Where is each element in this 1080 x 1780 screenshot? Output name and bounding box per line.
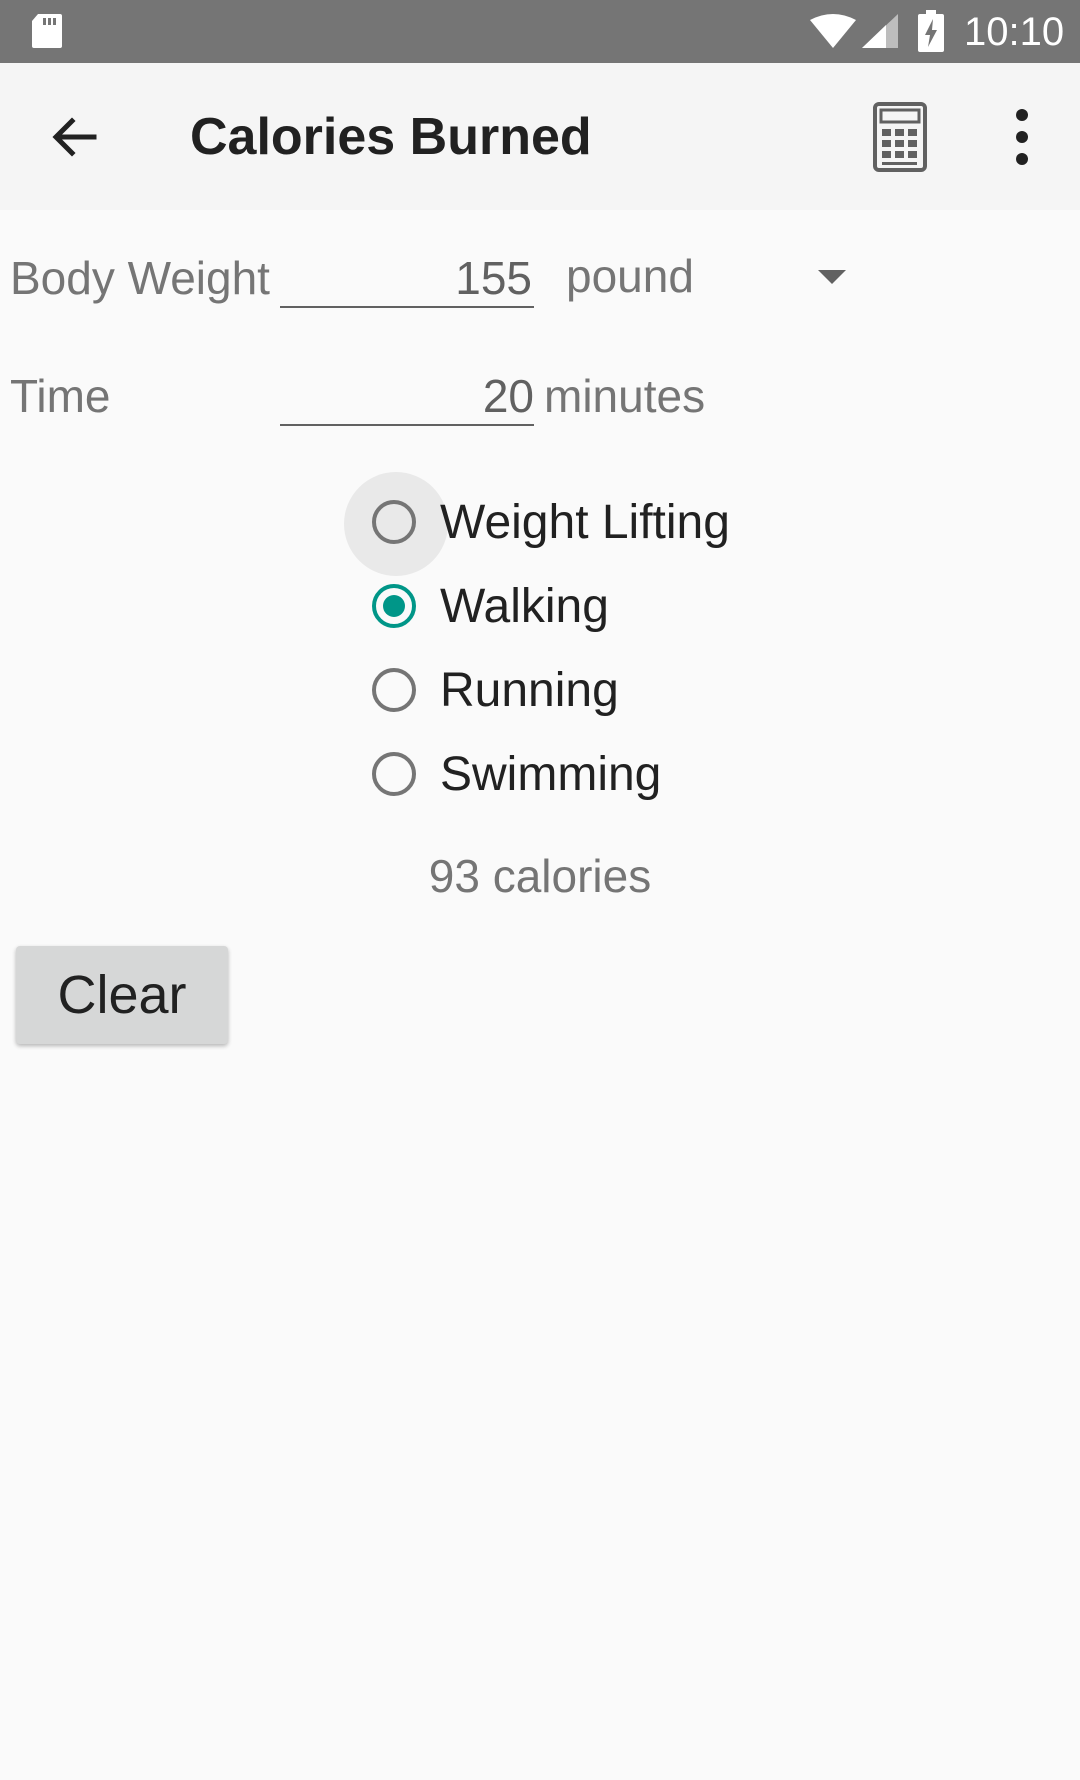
status-bar: 10:10 — [0, 0, 1080, 63]
calories-result: 93 calories — [428, 850, 652, 902]
cell-signal-icon — [862, 14, 898, 48]
radio-button-unchecked[interactable] — [372, 752, 416, 796]
calculator-icon[interactable] — [872, 101, 928, 173]
wifi-icon — [810, 14, 856, 48]
weight-unit-dropdown[interactable]: pound — [566, 248, 856, 306]
radio-button-unchecked[interactable] — [372, 668, 416, 712]
radio-button-unchecked[interactable] — [372, 500, 416, 544]
radio-label: Swimming — [440, 748, 662, 801]
radio-label: Walking — [440, 580, 609, 633]
dropdown-arrow-icon — [818, 270, 846, 284]
radio-button-checked[interactable] — [372, 584, 416, 628]
body-weight-input[interactable]: 155 — [280, 250, 534, 308]
radio-running[interactable]: Running — [344, 650, 764, 734]
sd-card-icon — [32, 14, 62, 48]
radio-weight-lifting[interactable]: Weight Lifting — [344, 472, 764, 576]
weight-unit-value: pound — [566, 250, 694, 302]
radio-label: Running — [440, 664, 619, 717]
clear-button[interactable]: Clear — [16, 946, 228, 1044]
app-toolbar: Calories Burned — [0, 63, 1080, 210]
radio-walking[interactable]: Walking — [344, 566, 764, 650]
back-arrow-icon[interactable] — [36, 99, 112, 175]
battery-charging-icon — [918, 10, 944, 52]
time-label: Time — [10, 370, 111, 422]
more-vert-icon[interactable] — [998, 103, 1046, 171]
radio-swimming[interactable]: Swimming — [344, 734, 764, 818]
body-weight-label: Body Weight — [10, 252, 270, 304]
radio-label: Weight Lifting — [440, 496, 730, 549]
time-unit-label: minutes — [544, 370, 706, 422]
status-clock: 10:10 — [964, 10, 1065, 54]
time-input[interactable]: 20 — [280, 368, 534, 426]
page-title: Calories Burned — [190, 108, 592, 166]
